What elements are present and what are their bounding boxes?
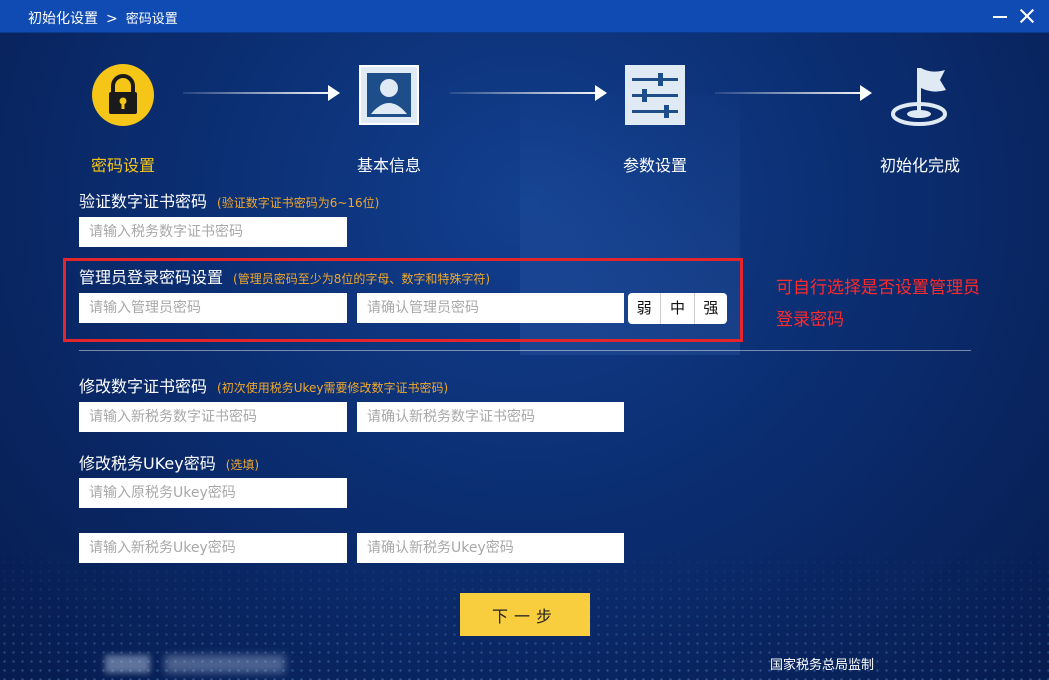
step-password: 密码设置 bbox=[73, 42, 173, 175]
admin-password-title: 管理员登录密码设置 (管理员密码至少为8位的字母、数字和特殊字符) bbox=[79, 268, 491, 287]
step-arrow bbox=[450, 85, 607, 101]
admin-password-hint: (管理员密码至少为8位的字母、数字和特殊字符) bbox=[233, 272, 491, 286]
ukey-change-title: 修改税务UKey密码 (选填) bbox=[79, 454, 260, 473]
step-label: 参数设置 bbox=[622, 156, 687, 175]
old-ukey-password-input[interactable] bbox=[79, 478, 347, 508]
title-bar: 初始化设置 > 密码设置 bbox=[0, 0, 1049, 33]
lock-icon bbox=[92, 64, 154, 126]
breadcrumb-current: 密码设置 bbox=[125, 12, 178, 27]
cert-password-input[interactable] bbox=[79, 217, 347, 247]
step-label: 初始化完成 bbox=[879, 156, 960, 175]
flag-icon bbox=[891, 68, 947, 126]
step-label: 密码设置 bbox=[90, 156, 155, 175]
strength-medium: 中 bbox=[661, 293, 695, 324]
footer-supervisor: 国家税务总局监制 bbox=[770, 658, 875, 673]
admin-password-input[interactable] bbox=[79, 293, 347, 323]
id-card-icon bbox=[359, 65, 419, 125]
confirm-ukey-password-input[interactable] bbox=[357, 533, 624, 563]
breadcrumb: 初始化设置 > 密码设置 bbox=[28, 8, 178, 28]
step-label: 基本信息 bbox=[356, 156, 421, 175]
admin-password-confirm-input[interactable] bbox=[357, 293, 624, 323]
section-divider bbox=[79, 350, 971, 351]
annotation-note: 可自行选择是否设置管理员登录密码 bbox=[776, 278, 980, 330]
sliders-icon bbox=[625, 65, 685, 125]
ukey-change-hint: (选填) bbox=[225, 458, 260, 472]
cert-verify-title: 验证数字证书密码 (验证数字证书密码为6~16位) bbox=[79, 192, 380, 211]
next-step-button[interactable]: 下一步 bbox=[460, 593, 590, 636]
step-arrow bbox=[183, 85, 340, 101]
step-basic-info: 基本信息 bbox=[339, 42, 439, 175]
strength-strong: 强 bbox=[703, 299, 719, 317]
password-strength-meter: 弱 中 强 bbox=[628, 293, 727, 324]
step-parameters: 参数设置 bbox=[605, 42, 705, 175]
cert-change-hint: (初次使用税务Ukey需要修改数字证书密码) bbox=[217, 381, 449, 395]
blurred-version-text bbox=[105, 655, 150, 673]
step-complete: 初始化完成 bbox=[865, 42, 975, 175]
step-arrow bbox=[715, 85, 872, 101]
cert-verify-hint: (验证数字证书密码为6~16位) bbox=[217, 196, 380, 210]
minimize-icon[interactable] bbox=[990, 6, 1010, 26]
new-cert-password-input[interactable] bbox=[79, 402, 347, 432]
confirm-cert-password-input[interactable] bbox=[357, 402, 624, 432]
breadcrumb-separator: > bbox=[106, 11, 118, 27]
breadcrumb-root[interactable]: 初始化设置 bbox=[28, 11, 98, 27]
strength-weak: 弱 bbox=[628, 293, 662, 324]
new-ukey-password-input[interactable] bbox=[79, 533, 347, 563]
blurred-version-text bbox=[165, 655, 285, 673]
cert-change-title: 修改数字证书密码 (初次使用税务Ukey需要修改数字证书密码) bbox=[79, 377, 449, 396]
close-icon[interactable] bbox=[1017, 6, 1037, 26]
